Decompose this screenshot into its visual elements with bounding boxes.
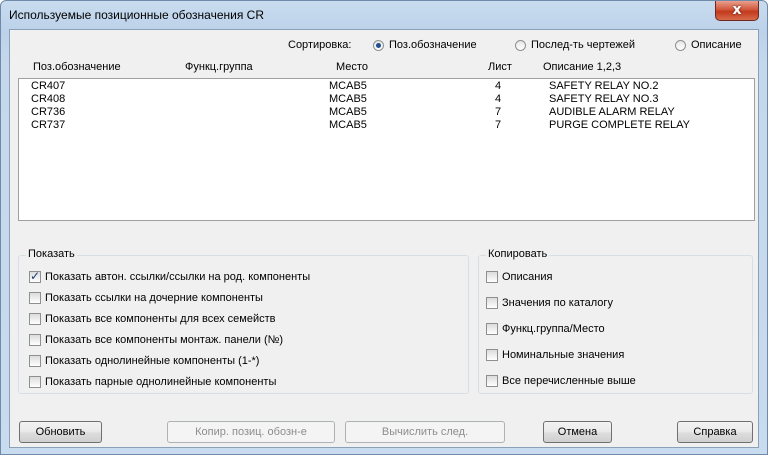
checkbox-icon [29, 313, 41, 325]
tag-cell: CR407 [31, 80, 66, 92]
checkbox-icon [486, 297, 498, 309]
table-row[interactable]: CR737 MCAB5 7 PURGE COMPLETE RELAY [19, 119, 754, 132]
tag-cell: CR408 [31, 93, 66, 105]
show-one-line-components-checkbox[interactable]: Показать однолинейные компоненты (1-*) [29, 355, 259, 367]
copy-tag-button[interactable]: Копир. позиц. обозн-е [167, 421, 335, 443]
compute-next-button[interactable]: Вычислить след. [345, 421, 505, 443]
tag-cell: CR737 [31, 119, 66, 131]
sort-option-label: Поз.обозначение [389, 39, 477, 51]
table-row[interactable]: CR407 MCAB5 4 SAFETY RELAY NO.2 [19, 80, 754, 93]
checkbox-label: Номинальные значения [502, 349, 625, 361]
radio-icon [515, 39, 526, 51]
tag-cell: CR736 [31, 106, 66, 118]
description-cell: SAFETY RELAY NO.3 [549, 93, 659, 105]
show-panel-components-checkbox[interactable]: Показать все компоненты монтаж. панели (… [29, 334, 283, 346]
copy-all-above-checkbox[interactable]: Все перечисленные выше [486, 375, 636, 387]
close-icon: x [732, 2, 742, 18]
checkbox-icon [29, 376, 41, 388]
show-groupbox: Показать Показать автон. ссылки/ссылки н… [18, 248, 469, 394]
sort-option-label: Послед-ть чертежей [531, 39, 635, 51]
checkbox-label: Описания [502, 271, 553, 283]
show-child-refs-checkbox[interactable]: Показать ссылки на дочерние компоненты [29, 292, 263, 304]
sort-by-tag-radio[interactable]: Поз.обозначение [373, 39, 477, 51]
location-cell: MCAB5 [329, 80, 367, 92]
show-paired-one-line-checkbox[interactable]: Показать парные однолинейные компоненты [29, 376, 276, 388]
column-header-description[interactable]: Описание 1,2,3 [543, 61, 621, 73]
checkbox-icon [486, 323, 498, 335]
location-cell: MCAB5 [329, 119, 367, 131]
title-bar: Используемые позиционные обозначения CR … [1, 1, 767, 29]
checkbox-label: Показать однолинейные компоненты (1-*) [45, 355, 260, 367]
checkbox-label: Показать ссылки на дочерние компоненты [45, 292, 263, 304]
checkbox-icon [29, 355, 41, 367]
column-header-location[interactable]: Место [336, 61, 368, 73]
checkbox-icon [29, 334, 41, 346]
checkbox-label: Показать парные однолинейные компоненты [45, 376, 277, 388]
checkbox-label: Значения по каталогу [502, 297, 613, 309]
description-cell: PURGE COMPLETE RELAY [549, 119, 690, 131]
dialog-window: Используемые позиционные обозначения CR … [0, 0, 768, 455]
components-list[interactable]: CR407 MCAB5 4 SAFETY RELAY NO.2 CR408 MC… [18, 78, 755, 221]
checkbox-icon [486, 375, 498, 387]
radio-icon [675, 39, 686, 51]
copy-group-location-checkbox[interactable]: Функц.группа/Место [486, 323, 605, 335]
sort-label: Сортировка: [288, 39, 352, 51]
show-all-families-checkbox[interactable]: Показать все компоненты для всех семейст… [29, 313, 276, 325]
checkbox-label: Показать автон. ссылки/ссылки на род. ко… [45, 271, 311, 283]
sort-by-drawing-order-radio[interactable]: Послед-ть чертежей [515, 39, 635, 51]
sheet-cell: 7 [495, 119, 502, 131]
dialog-body: Сортировка: Поз.обозначение Послед-ть че… [9, 29, 759, 448]
checkbox-checked-icon [29, 269, 41, 283]
copy-catalog-values-checkbox[interactable]: Значения по каталогу [486, 297, 613, 309]
copy-group-title: Копировать [486, 248, 550, 260]
checkbox-label: Показать все компоненты для всех семейст… [45, 313, 276, 325]
column-header-group[interactable]: Функц.группа [185, 61, 253, 73]
sort-by-description-radio[interactable]: Описание [675, 39, 742, 51]
radio-selected-icon [373, 39, 384, 51]
refresh-button[interactable]: Обновить [19, 421, 102, 443]
location-cell: MCAB5 [329, 93, 367, 105]
window-title: Используемые позиционные обозначения CR [9, 8, 264, 22]
checkbox-icon [486, 349, 498, 361]
show-standalone-parent-refs-checkbox[interactable]: Показать автон. ссылки/ссылки на род. ко… [29, 269, 311, 283]
checkbox-label: Показать все компоненты монтаж. панели (… [45, 334, 284, 346]
sheet-cell: 7 [495, 106, 502, 118]
show-group-title: Показать [26, 248, 77, 260]
sheet-cell: 4 [495, 93, 502, 105]
copy-rated-values-checkbox[interactable]: Номинальные значения [486, 349, 624, 361]
column-header-sheet[interactable]: Лист [488, 61, 512, 73]
table-row[interactable]: CR408 MCAB5 4 SAFETY RELAY NO.3 [19, 93, 754, 106]
sort-option-label: Описание [691, 39, 742, 51]
checkbox-label: Все перечисленные выше [502, 375, 636, 387]
help-button[interactable]: Справка [677, 421, 753, 443]
description-cell: AUDIBLE ALARM RELAY [549, 106, 675, 118]
close-button[interactable]: x [715, 1, 759, 21]
table-row[interactable]: CR736 MCAB5 7 AUDIBLE ALARM RELAY [19, 106, 754, 119]
cancel-button[interactable]: Отмена [543, 421, 612, 443]
copy-groupbox: Копировать Описания Значения по каталогу… [478, 248, 753, 394]
checkbox-icon [486, 271, 498, 283]
location-cell: MCAB5 [329, 106, 367, 118]
checkbox-label: Функц.группа/Место [502, 323, 605, 335]
column-header-tag[interactable]: Поз.обозначение [33, 61, 121, 73]
description-cell: SAFETY RELAY NO.2 [549, 80, 659, 92]
copy-descriptions-checkbox[interactable]: Описания [486, 271, 552, 283]
sheet-cell: 4 [495, 80, 502, 92]
checkbox-icon [29, 292, 41, 304]
